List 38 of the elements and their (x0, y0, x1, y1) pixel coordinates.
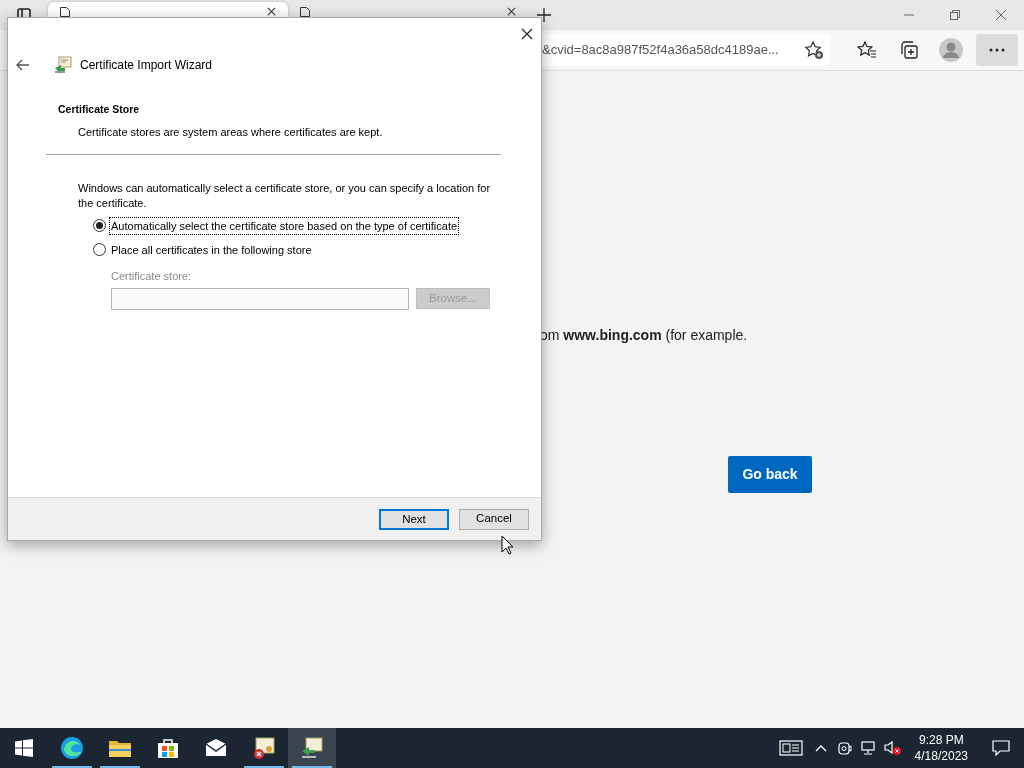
more-icon (989, 48, 1005, 52)
collections-icon[interactable] (899, 40, 919, 60)
restore-icon[interactable] (950, 10, 960, 20)
option-label[interactable]: Place all certificates in the following store (109, 240, 314, 260)
profile-icon[interactable] (939, 38, 963, 62)
close-window-icon[interactable] (996, 10, 1006, 20)
start-icon[interactable] (15, 739, 33, 757)
close-tab-icon[interactable] (507, 7, 516, 16)
browser-icon (60, 736, 84, 760)
page-icon (60, 7, 70, 17)
section-description: Certificate stores are system areas where certificates are kept. (78, 124, 384, 140)
camera-icon[interactable] (837, 740, 852, 756)
page-icon (300, 7, 310, 17)
store-label: Certificate store: (111, 268, 193, 284)
chevron-up-icon[interactable] (814, 744, 827, 752)
go-back-button[interactable]: Go back (728, 456, 812, 493)
close-tab-icon[interactable] (267, 7, 276, 16)
dialog-button[interactable]: Next (379, 508, 449, 530)
network-icon[interactable] (860, 740, 877, 756)
taskbar-app-button[interactable] (288, 728, 336, 768)
certificate-error-icon (252, 736, 276, 760)
favorites-icon[interactable] (857, 40, 877, 60)
close-icon[interactable] (521, 28, 533, 40)
news-icon[interactable] (778, 740, 803, 756)
add-favorite-icon[interactable] (804, 40, 824, 60)
instruction-text: Windows can automatically select a certificate store, or you can specify a location for the certificate. (78, 181, 492, 210)
muted-volume-icon[interactable] (883, 740, 902, 756)
certificate-icon (54, 56, 72, 74)
back-arrow-icon[interactable] (16, 59, 30, 71)
clock[interactable]: 9:28 PM 4/18/2023 (904, 731, 978, 765)
new-tab-icon[interactable] (537, 8, 551, 22)
section-heading: Certificate Store (58, 102, 141, 117)
dialog-title: Certificate Import Wizard (80, 57, 213, 74)
option-label[interactable]: Automatically select the certificate store based on the type of certificate (109, 216, 460, 236)
dialog-button[interactable]: Cancel (459, 508, 529, 530)
store-icon (156, 736, 180, 760)
notifications-icon[interactable] (992, 740, 1010, 756)
certificate-import-icon (300, 736, 324, 760)
